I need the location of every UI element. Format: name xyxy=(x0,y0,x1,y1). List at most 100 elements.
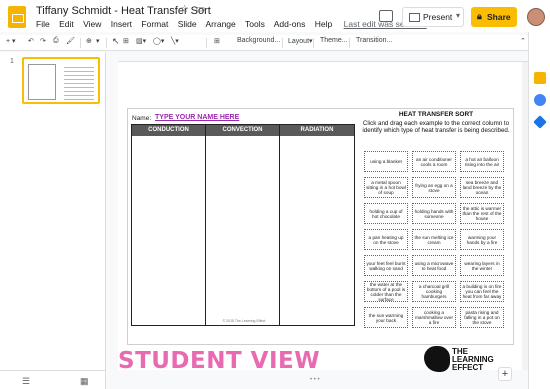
zoom-icon[interactable]: ⊕ xyxy=(86,37,92,45)
menu-insert[interactable]: Insert xyxy=(111,19,132,29)
divider xyxy=(206,38,207,48)
menu-edit[interactable]: Edit xyxy=(59,19,74,29)
star-icon[interactable]: ☆ xyxy=(180,4,189,15)
menu-view[interactable]: View xyxy=(83,19,101,29)
title-icons: ☆ ▭ xyxy=(180,4,209,15)
sort-title: HEAT TRANSFER SORT xyxy=(398,111,474,118)
brand-line: EFFECT xyxy=(452,363,484,372)
column-divider xyxy=(279,125,280,325)
grid-view-icon[interactable]: ▦ xyxy=(80,376,89,387)
sort-card[interactable]: a pan heating up on the stove xyxy=(364,229,408,250)
sort-table: CONDUCTION CONVECTION RADIATION © 2018 T… xyxy=(131,124,355,326)
theme-button[interactable]: Theme... xyxy=(320,37,348,44)
menu-bar: File Edit View Insert Format Slide Arran… xyxy=(36,19,434,29)
copyright-text: © 2018 The Learning Effect xyxy=(222,319,266,323)
sort-card[interactable]: a metal spoon sitting in a hot bowl of s… xyxy=(364,177,408,198)
print-icon[interactable]: ⎙ xyxy=(53,37,59,45)
textbox-icon[interactable]: ⊞ xyxy=(123,37,129,45)
menu-format[interactable]: Format xyxy=(141,19,168,29)
sort-card[interactable]: an air conditioner cools a room xyxy=(412,151,456,172)
sort-card[interactable]: holding a cup of hot chocolate xyxy=(364,203,408,224)
sort-card[interactable]: a building is on fire you can feel the h… xyxy=(460,281,504,302)
name-label: Name: xyxy=(132,115,152,122)
menu-slide[interactable]: Slide xyxy=(178,19,197,29)
menu-addons[interactable]: Add-ons xyxy=(274,19,306,29)
background-button[interactable]: Background... xyxy=(237,37,280,44)
divider xyxy=(349,38,350,48)
list-view-icon[interactable]: ☰ xyxy=(22,376,30,387)
panel-resize-handle[interactable]: • • • xyxy=(310,377,320,383)
slides-logo-icon[interactable] xyxy=(8,6,26,28)
divider xyxy=(282,38,283,48)
share-button[interactable]: 🔒︎ Share xyxy=(471,7,517,27)
folder-icon[interactable]: ▭ xyxy=(196,4,205,15)
slide[interactable]: Name: TYPE YOUR NAME HERE CONDUCTION CON… xyxy=(127,108,514,345)
sort-card[interactable]: cooking a marshmallow over a fire xyxy=(412,307,456,328)
horizontal-ruler xyxy=(118,52,528,62)
sort-card[interactable]: warming your hands by a fire xyxy=(460,229,504,250)
menu-file[interactable]: File xyxy=(36,19,50,29)
zoom-chevron-icon[interactable]: ▾ xyxy=(96,37,100,45)
sort-card[interactable]: the sun warming your back xyxy=(364,307,408,328)
keep-icon[interactable] xyxy=(534,72,546,84)
sort-card[interactable]: frying an egg on a stove xyxy=(412,177,456,198)
image-icon[interactable]: ▨▾ xyxy=(136,37,146,45)
sort-card[interactable]: using a microwave to heat food xyxy=(412,255,456,276)
vertical-ruler xyxy=(108,62,118,370)
present-icon xyxy=(409,13,420,22)
paint-format-icon[interactable]: 🖌︎ xyxy=(66,37,75,45)
sort-card[interactable]: a hot air balloon rising into the air xyxy=(460,151,504,172)
sort-card[interactable]: pasta rising and falling in a pot on the… xyxy=(460,307,504,328)
sort-card[interactable]: using a blanket xyxy=(364,151,408,172)
title-bar: Tiffany Schmidt - Heat Transfer Sort ☆ ▭… xyxy=(0,0,550,32)
layout-button[interactable]: Layout▾ xyxy=(288,37,313,45)
thumbnail-table xyxy=(28,64,56,100)
sort-card[interactable]: the sun melting ice cream xyxy=(412,229,456,250)
column-header-radiation: RADIATION xyxy=(280,125,354,136)
brain-logo-icon xyxy=(424,346,450,372)
add-comment-icon[interactable]: ⊞ xyxy=(214,37,220,45)
column-header-conduction: CONDUCTION xyxy=(132,125,206,136)
menu-help[interactable]: Help xyxy=(315,19,332,29)
sort-card[interactable]: the attic is warmer than the rest of the… xyxy=(460,203,504,224)
menu-tools[interactable]: Tools xyxy=(245,19,265,29)
explore-button[interactable]: + xyxy=(498,367,512,381)
tasks-icon[interactable] xyxy=(534,94,546,106)
sort-card[interactable]: a charcoal grill cooking hamburgers xyxy=(412,281,456,302)
select-icon[interactable]: ↖ xyxy=(112,36,120,47)
line-icon[interactable]: ╲▾ xyxy=(171,37,179,45)
brand-logo-text: THE LEARNING EFFECT xyxy=(452,348,494,372)
transition-button[interactable]: Transition... xyxy=(356,37,392,44)
sort-instructions: Click and drag each example to the corre… xyxy=(362,120,510,134)
avatar[interactable] xyxy=(527,8,545,26)
collapse-toolbar-icon[interactable]: ⌃ xyxy=(520,37,526,45)
sort-card[interactable]: holding hands with someone xyxy=(412,203,456,224)
calendar-icon[interactable] xyxy=(533,115,547,129)
comment-icon[interactable] xyxy=(379,10,393,22)
divider xyxy=(80,38,81,48)
redo-icon[interactable]: ↷ xyxy=(40,37,46,45)
column-header-convection: CONVECTION xyxy=(206,125,280,136)
present-label: Present xyxy=(423,12,453,22)
slide-thumbnail[interactable] xyxy=(22,57,100,104)
side-panel xyxy=(528,32,550,389)
divider xyxy=(106,38,107,48)
undo-icon[interactable]: ↶ xyxy=(28,37,34,45)
sort-card[interactable]: your feet feel burnt walking on sand xyxy=(364,255,408,276)
new-slide-icon[interactable]: + ▾ xyxy=(6,37,16,45)
sort-card[interactable]: the water at the bottom of a pool is col… xyxy=(364,281,408,302)
view-toggle-bar: ☰ ▦ xyxy=(0,370,106,389)
share-label: Share xyxy=(487,12,511,22)
toolbar: + ▾ ↶ ↷ ⎙ 🖌︎ ⊕ ▾ ↖ ⊞ ▨▾ ◯▾ ╲▾ ⊞ Backgrou… xyxy=(0,35,550,51)
sort-card[interactable]: wearing layers in the winter xyxy=(460,255,504,276)
sort-card[interactable]: sea breeze and land breeze by the ocean xyxy=(460,177,504,198)
shape-icon[interactable]: ◯▾ xyxy=(153,37,164,45)
slide-canvas[interactable]: Name: TYPE YOUR NAME HERE CONDUCTION CON… xyxy=(118,62,522,370)
slides-window: Tiffany Schmidt - Heat Transfer Sort ☆ ▭… xyxy=(0,0,550,389)
name-textbox[interactable]: TYPE YOUR NAME HERE xyxy=(155,114,239,121)
menu-arrange[interactable]: Arrange xyxy=(206,19,236,29)
chevron-down-icon[interactable]: ▾ xyxy=(456,11,460,20)
present-button[interactable]: Present ▾ xyxy=(402,7,464,27)
slide-number: 1 xyxy=(10,58,14,65)
slide-filmstrip: 1 xyxy=(0,52,106,370)
